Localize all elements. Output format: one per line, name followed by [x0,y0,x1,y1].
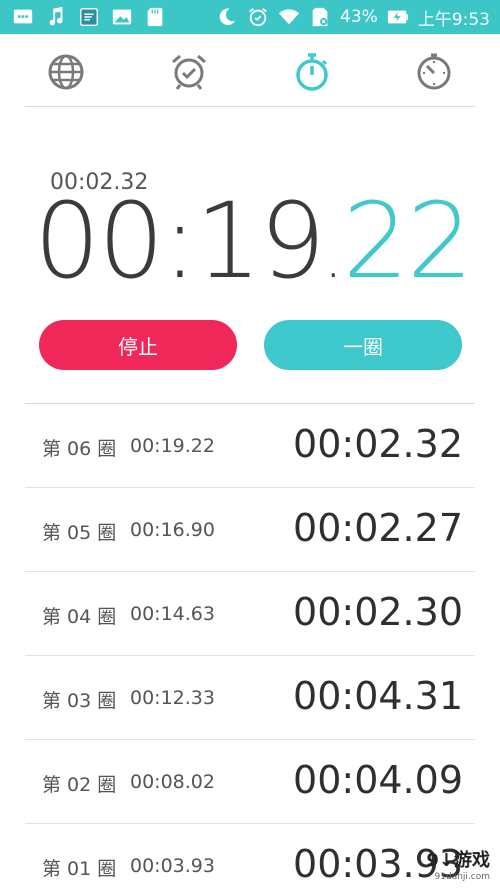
lap-split-time: 00:02.32 [293,422,463,466]
lap-number: 第 04 圈 [42,606,117,628]
tab-timer[interactable] [412,52,456,96]
timer-icon [414,52,454,96]
watermark-brand: 9↓游戏 [426,850,490,871]
lap-number: 第 01 圈 [42,858,117,880]
lap-total-time: 00:19.22 [130,435,215,457]
stopwatch-icon [292,52,332,96]
battery-percent: 43% [340,7,378,27]
lap-number: 第 05 圈 [42,522,117,544]
lap-row: 第 03 圈 00:12.33 00:04.31 [25,656,475,740]
lap-total-time: 00:03.93 [130,855,215,877]
stop-button[interactable]: 停止 [39,320,237,370]
image-icon [111,6,133,28]
lap-button[interactable]: 一圈 [264,320,462,370]
lap-total-time: 00:14.63 [130,603,215,625]
tab-alarm[interactable] [167,52,211,96]
lap-row: 第 06 圈 00:19.22 00:02.32 [25,404,475,488]
status-bar: 43% 上午9:53 [0,0,500,34]
clock-time: 上午9:53 [417,9,490,30]
lap-number: 第 02 圈 [42,774,117,796]
lap-number: 第 03 圈 [42,690,117,712]
watermark-logo: 9↓游戏 91danji.com [426,846,490,882]
lap-split-time: 00:04.31 [293,674,463,718]
lap-total-time: 00:12.33 [130,687,215,709]
lap-total-time: 00:16.90 [130,519,215,541]
lap-row: 第 01 圈 00:03.93 00:03.93 [25,824,475,888]
moon-icon [216,6,238,28]
lap-split-time: 00:02.30 [293,590,463,634]
main-time-centiseconds: 22 [342,180,473,302]
tab-stopwatch[interactable] [290,52,334,96]
wifi-icon [278,6,300,28]
lap-number: 第 06 圈 [42,438,117,460]
lap-split-time: 00:04.09 [293,758,463,802]
lap-split-time: 00:02.27 [293,506,463,550]
sim-missing-icon [309,6,331,28]
lap-row: 第 02 圈 00:08.02 00:04.09 [25,740,475,824]
main-elapsed-time: 00:19.22 [34,180,474,310]
music-note-icon [45,6,67,28]
message-icon [12,6,34,28]
main-time-separator: . [323,222,343,292]
watermark-site: 91danji.com [434,872,490,882]
battery-charging-icon [387,6,409,28]
lap-total-time: 00:08.02 [130,771,215,793]
globe-icon [46,52,86,96]
sd-card-icon [144,6,166,28]
alarm-icon [247,6,269,28]
lap-list[interactable]: 第 06 圈 00:19.22 00:02.32 第 05 圈 00:16.90… [25,404,475,888]
tab-world-clock[interactable] [44,52,88,96]
screen-cast-icon [78,6,100,28]
main-time-minutes-seconds: 00:19 [34,180,326,302]
alarm-clock-icon [169,52,209,96]
lap-row: 第 04 圈 00:14.63 00:02.30 [25,572,475,656]
tab-bar [0,34,500,106]
lap-row: 第 05 圈 00:16.90 00:02.27 [25,488,475,572]
tabs-divider [25,106,475,107]
